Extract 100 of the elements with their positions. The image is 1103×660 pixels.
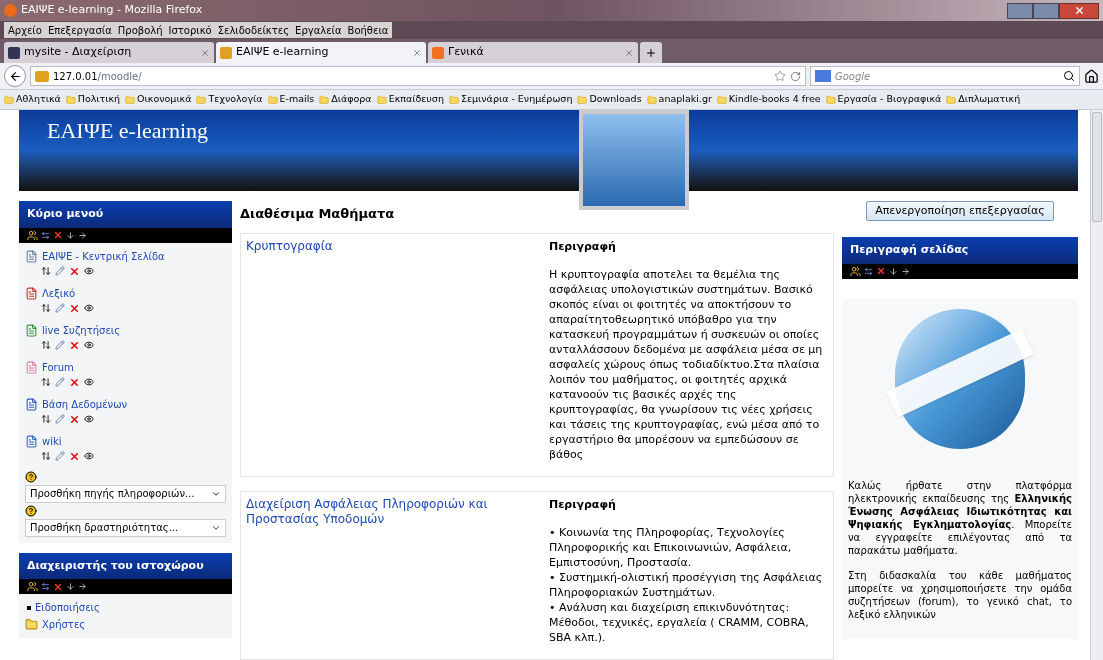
new-tab-button[interactable] <box>640 42 662 63</box>
move-icon[interactable] <box>41 414 51 424</box>
delete-icon[interactable] <box>69 265 80 277</box>
block-header: Κύριο μενού <box>19 201 232 228</box>
bookmark-item[interactable]: Τεχνολογία <box>208 92 263 107</box>
admin-link[interactable]: Χρήστες <box>42 617 86 632</box>
delete-icon[interactable] <box>69 376 80 388</box>
edit-mode-button[interactable]: Απενεργοποίηση επεξεργασίας <box>866 201 1054 221</box>
bookmark-item[interactable]: Διπλωματική <box>958 92 1021 107</box>
browser-tab[interactable]: mysite - Διαχείριση <box>4 42 214 63</box>
menu-link[interactable]: Βάση Δεδομένων <box>42 396 128 412</box>
delete-icon[interactable] <box>53 230 63 240</box>
admin-link[interactable]: Ειδοποιήσεις <box>35 600 100 615</box>
arrow-down-icon[interactable] <box>889 266 898 276</box>
delete-icon[interactable] <box>876 266 886 276</box>
menu-link[interactable]: Λεξικό <box>42 285 76 301</box>
summary-heading: Περιγραφή <box>549 497 617 512</box>
arrows-icon[interactable] <box>864 266 873 276</box>
eye-icon[interactable] <box>84 377 94 387</box>
reload-icon[interactable] <box>790 70 801 82</box>
maximize-button[interactable] <box>1033 2 1059 19</box>
url-path: /moodle/ <box>97 69 142 84</box>
eye-icon[interactable] <box>84 266 94 276</box>
close-tab-icon[interactable] <box>200 47 210 58</box>
menu-link[interactable]: Forum <box>42 359 74 375</box>
menu-item[interactable]: Βοήθεια <box>347 22 389 38</box>
arrows-icon[interactable] <box>41 582 50 591</box>
delete-icon[interactable] <box>69 413 80 425</box>
delete-icon[interactable] <box>69 302 80 314</box>
summary-heading: Περιγραφή <box>549 239 617 254</box>
bookmark-item[interactable]: Kindle-books 4 free <box>728 92 821 107</box>
menu-item[interactable]: Προβολή <box>117 22 163 38</box>
users-icon[interactable] <box>27 581 38 592</box>
folder-icon <box>125 94 136 105</box>
back-arrow-icon <box>8 69 22 83</box>
bookmark-item[interactable]: Σεμινάρια - Ενημέρωση <box>460 92 573 107</box>
course-link[interactable]: Κρυπτογραφία <box>246 239 506 254</box>
menu-item[interactable]: Σελιδοδείκτες <box>217 22 290 38</box>
dropdown-select[interactable]: Προσθήκη δραστηριότητας... <box>25 518 226 537</box>
arrow-right-icon[interactable] <box>78 230 87 240</box>
home-icon[interactable] <box>1084 68 1099 84</box>
menu-item[interactable]: Ιστορικό <box>168 22 212 38</box>
bookmark-item[interactable]: Εργασία - Βιογραφικά <box>837 92 942 107</box>
browser-tab[interactable]: ΕΑΙΨΕ e-learning <box>216 42 426 63</box>
close-tab-icon[interactable] <box>624 47 634 58</box>
bookmark-item[interactable]: E-mails <box>279 92 315 107</box>
search-icon[interactable] <box>1063 70 1075 82</box>
menu-link[interactable]: live Συζητήσεις <box>42 322 121 338</box>
move-icon[interactable] <box>41 303 51 313</box>
address-field[interactable]: 127.0.01/moodle/ <box>30 66 806 86</box>
eye-icon[interactable] <box>84 340 94 350</box>
bookmark-item[interactable]: anaplaki.gr <box>658 92 712 107</box>
bookmark-item[interactable]: Εκπαίδευση <box>388 92 444 107</box>
menu-link[interactable]: wiki <box>42 433 62 449</box>
description-text: Καλώς ήρθατε στην πλατφόρμα ηλεκτρονικής εκπαίδευσης της Ελληνικής Ένωσης Ασφάλειας Ιδιωτικότητας και Ψηφιακής Εγκληματολογίας. Μπορείτε να εγγραφείτε επιλέγοντας από τα παρακάτω μαθήματα. <box>848 478 1072 557</box>
search-box[interactable]: Google <box>810 66 1080 86</box>
folder-icon <box>4 94 14 105</box>
move-icon[interactable] <box>41 266 51 276</box>
help-icon[interactable] <box>25 504 37 517</box>
eye-icon[interactable] <box>84 303 94 313</box>
description-text: Στη διδασκαλία του κάθε μαθήματος μπορείτε να χρησιμοποιήσετε την ομάδα συζητήσεων (forum), το γενικό chat, το λεξικό ελληνικών <box>848 568 1072 621</box>
arrow-right-icon[interactable] <box>901 266 910 276</box>
minimize-button[interactable] <box>1007 2 1033 19</box>
menu-item[interactable]: Αρχείο <box>8 22 42 38</box>
block-header: Περιγραφή σελίδας <box>842 237 1078 264</box>
delete-icon[interactable] <box>69 339 80 351</box>
close-button[interactable] <box>1059 2 1099 19</box>
course-link[interactable]: Διαχείριση Ασφάλειας Πληροφοριών και Προστασίας Υποδομών <box>246 497 506 527</box>
dropdown-select[interactable]: Προσθήκη πηγής πληροφοριών... <box>25 484 226 503</box>
help-icon[interactable] <box>25 470 37 483</box>
course-summary: • Ανάλυση και διαχείριση επικινδυνότητας: Μέθοδοι, τεχνικές, εργαλεία ( CRAMM, COBRA, SBA κλπ.). <box>549 600 810 645</box>
folder-icon <box>946 94 957 105</box>
users-icon[interactable] <box>27 229 38 241</box>
delete-icon[interactable] <box>53 581 63 592</box>
arrow-right-icon[interactable] <box>78 582 87 591</box>
arrows-icon[interactable] <box>41 230 50 240</box>
search-field[interactable]: Google <box>835 68 1059 84</box>
close-tab-icon[interactable] <box>412 47 422 58</box>
menu-item[interactable]: Επεξεργασία <box>47 22 112 38</box>
delete-icon[interactable] <box>69 450 80 462</box>
bookmark-star-icon[interactable] <box>774 70 786 82</box>
move-icon[interactable] <box>41 451 51 461</box>
bookmark-item[interactable]: Διάφορα <box>331 92 372 107</box>
back-button[interactable] <box>4 65 26 87</box>
menu-item[interactable]: Εργαλεία <box>295 22 342 38</box>
move-icon[interactable] <box>41 377 51 387</box>
move-icon[interactable] <box>41 340 51 350</box>
arrow-down-icon[interactable] <box>66 582 75 591</box>
users-icon[interactable] <box>850 265 861 277</box>
bookmark-item[interactable]: Downloads <box>589 92 642 107</box>
course-summary: Η κρυπτογραφία αποτελει τα θεμέλια της ασφάλειας υπολογιστικών συστημάτων. Βασικό σκοπός είναι οι φοιτητές να αποκτήσουν το απαραίτητοθεωρητικό υπόβαθρο για την κατασκευή προγραμμάτων ή συσκευών οι οποίες ανταλλάσσουν δεδομένα με ασφάλεια μέσα σε μη ασφαλείς χώρους όπως τοδιαδίκτυο.Στα πλαίσια λοιπόν του μαθήματος, οι φοιτητές αρχικά κατανοούν τις βασικές αρχές της κρυπτογραφίας, θα γνωρίσουν τις νέες χρήσεις και τάσεις της κρυπτογραφίας, ενώ μέσα από το εργαστήριο θα μπορέσουν να εμπεδώσουν σε βάθος <box>549 267 824 462</box>
arrow-down-icon[interactable] <box>66 230 75 240</box>
eye-icon[interactable] <box>84 414 94 424</box>
bookmark-item[interactable]: Πολιτική <box>77 92 121 107</box>
bookmark-item[interactable]: Αθλητικά <box>16 92 61 107</box>
browser-tab[interactable]: Γενικά <box>428 42 638 63</box>
menu-link[interactable]: ΕΑΙΨΕ - Κεντρική Σελίδα <box>42 248 165 264</box>
site-icon <box>432 46 444 59</box>
bookmark-item[interactable]: Οικονομικά <box>137 92 192 107</box>
eye-icon[interactable] <box>84 451 94 461</box>
